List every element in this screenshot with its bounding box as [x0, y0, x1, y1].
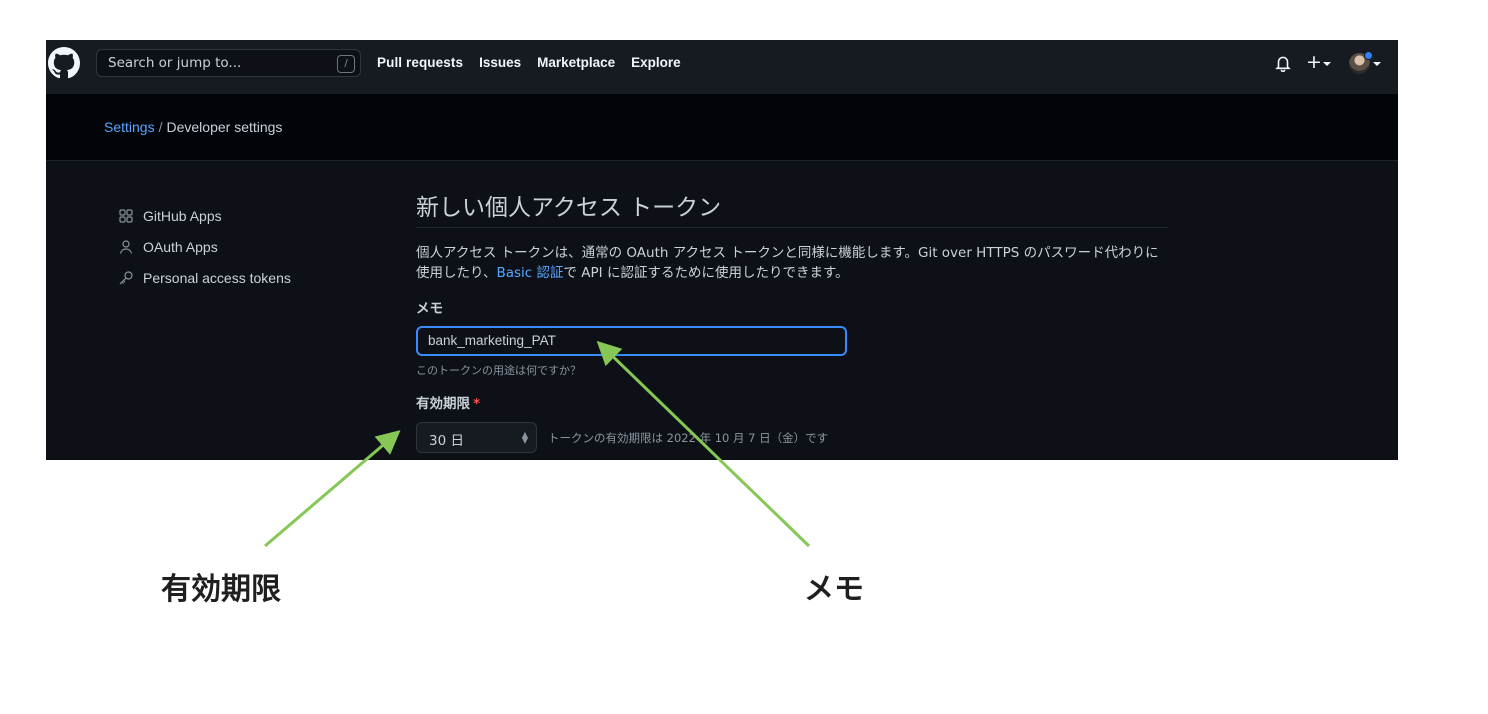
sidebar-item-label: OAuth Apps — [143, 238, 218, 255]
sidebar-item-oauth-apps[interactable]: OAuth Apps — [118, 231, 291, 262]
person-icon — [119, 239, 133, 254]
breadcrumb-bar: Settings / Developer settings — [46, 94, 1398, 161]
annotation-memo: メモ — [804, 572, 864, 607]
breadcrumb-separator: / — [158, 119, 163, 135]
sidebar-item-personal-access-tokens[interactable]: Personal access tokens — [118, 262, 291, 293]
expiration-select[interactable]: 30 日 ▲ ▼ — [416, 422, 537, 453]
memo-field[interactable]: bank_marketing_PAT — [416, 326, 847, 356]
expiration-note: トークンの有効期限は 2022 年 10 月 7 日（金）です — [548, 430, 829, 445]
memo-label: メモ — [416, 301, 443, 317]
memo-hint: このトークンの用途は何ですか？ — [416, 364, 581, 377]
create-new-icon[interactable]: + — [1306, 53, 1322, 72]
header-bar: Search or jump to... / Pull requests Iss… — [46, 40, 1398, 94]
nav-pull-requests[interactable]: Pull requests — [377, 55, 463, 70]
notification-dot — [1364, 51, 1373, 60]
description: 個人アクセス トークンは、通常の OAuth アクセス トークンと同様に機能しま… — [416, 243, 1168, 283]
bell-icon[interactable] — [1274, 54, 1292, 72]
key-icon — [119, 270, 133, 284]
expiration-selected-value: 30 日 — [429, 433, 464, 449]
search-input[interactable]: Search or jump to... / — [96, 49, 361, 77]
breadcrumb: Settings / Developer settings — [104, 119, 282, 135]
description-line-2-pre: 使用したり、 — [416, 265, 497, 281]
settings-sidebar: GitHub Apps OAuth Apps Personal access t… — [118, 200, 291, 293]
description-line-1: 個人アクセス トークンは、通常の OAuth アクセス トークンと同様に機能しま… — [416, 245, 1159, 261]
github-logo-icon[interactable] — [48, 47, 80, 79]
search-shortcut-key: / — [337, 55, 355, 73]
page-title: 新しい個人アクセス トークン — [416, 184, 1168, 228]
apps-icon — [119, 208, 133, 223]
nav-issues[interactable]: Issues — [479, 55, 521, 70]
github-window: Search or jump to... / Pull requests Iss… — [46, 40, 1398, 460]
description-line-2-post: で API に認証するために使用したりできます。 — [563, 265, 849, 281]
basic-auth-link[interactable]: Basic 認証 — [496, 265, 563, 281]
nav-marketplace[interactable]: Marketplace — [537, 55, 615, 70]
annotation-expiration: 有効期限 — [161, 572, 281, 607]
required-mark: * — [473, 396, 481, 412]
sidebar-item-label: Personal access tokens — [143, 269, 291, 286]
search-placeholder: Search or jump to... — [108, 55, 242, 71]
expiration-label: 有効期限 * — [416, 392, 1168, 412]
expiration-row: 30 日 ▲ ▼ トークンの有効期限は 2022 年 10 月 7 日（金）です — [416, 422, 1168, 453]
expiration-label-text: 有効期限 — [416, 396, 470, 412]
global-nav: Pull requests Issues Marketplace Explore — [377, 55, 681, 70]
breadcrumb-current: Developer settings — [166, 119, 283, 135]
token-form: 新しい個人アクセス トークン 個人アクセス トークンは、通常の OAuth アク… — [416, 184, 1168, 453]
breadcrumb-settings-link[interactable]: Settings — [104, 119, 155, 135]
select-arrows-icon: ▲ ▼ — [521, 430, 528, 445]
avatar-caret-icon[interactable] — [1373, 62, 1381, 66]
sidebar-item-label: GitHub Apps — [143, 207, 222, 224]
create-caret-icon[interactable] — [1323, 62, 1331, 66]
sidebar-item-github-apps[interactable]: GitHub Apps — [118, 200, 291, 231]
nav-explore[interactable]: Explore — [631, 55, 681, 70]
